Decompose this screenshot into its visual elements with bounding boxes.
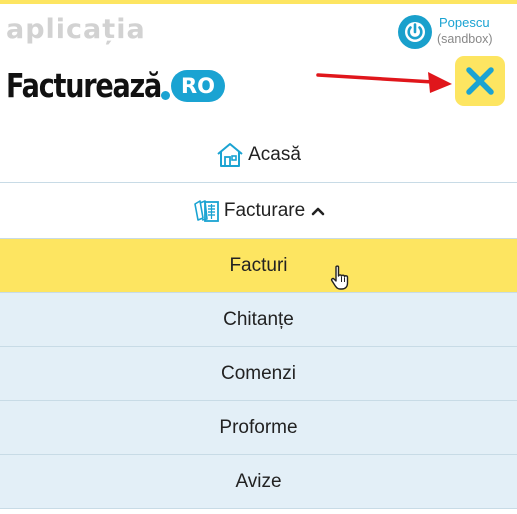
logo-dot <box>161 91 170 100</box>
red-arrow-close <box>316 72 452 93</box>
submenu-item-label: Avize <box>235 470 282 492</box>
submenu-item-label: Chitanțe <box>223 308 294 330</box>
documents-icon <box>192 198 220 224</box>
submenu-item-comenzi[interactable]: Comenzi <box>0 347 517 401</box>
close-x-icon <box>466 67 494 95</box>
menu-item-billing-label: Facturare <box>223 199 306 221</box>
submenu-item-label: Proforme <box>219 416 298 438</box>
submenu-item-avize[interactable]: Avize <box>0 455 517 509</box>
menu-item-home[interactable]: Acasă <box>0 128 517 183</box>
menu-item-home-label: Acasă <box>248 144 301 165</box>
submenu-item-chitante[interactable]: Chitanțe <box>0 293 517 347</box>
submenu-item-facturi[interactable]: Facturi <box>0 239 517 293</box>
factureaza-logo[interactable]: Facturează RO <box>6 66 226 106</box>
logo-badge: RO <box>171 70 225 102</box>
logo-text: Facturează <box>6 66 162 105</box>
menu-item-billing[interactable]: Facturare <box>0 183 517 239</box>
aplicatia-watermark: aplicația <box>6 14 146 45</box>
close-menu-button[interactable] <box>455 56 505 106</box>
submenu-item-proforme[interactable]: Proforme <box>0 401 517 455</box>
power-icon[interactable] <box>398 15 432 49</box>
user-name[interactable]: Popescu <box>439 15 490 30</box>
main-menu: Acasă Facturare Facturi Chitanțe Comenzi… <box>0 128 517 509</box>
chevron-up-icon <box>311 206 325 216</box>
submenu-item-label: Facturi <box>229 254 288 276</box>
submenu-item-label: Comenzi <box>221 362 296 384</box>
top-accent-strip <box>0 0 517 4</box>
house-icon <box>216 142 244 168</box>
user-account[interactable]: Popescu (sandbox) <box>398 13 510 51</box>
user-environment: (sandbox) <box>437 32 493 46</box>
